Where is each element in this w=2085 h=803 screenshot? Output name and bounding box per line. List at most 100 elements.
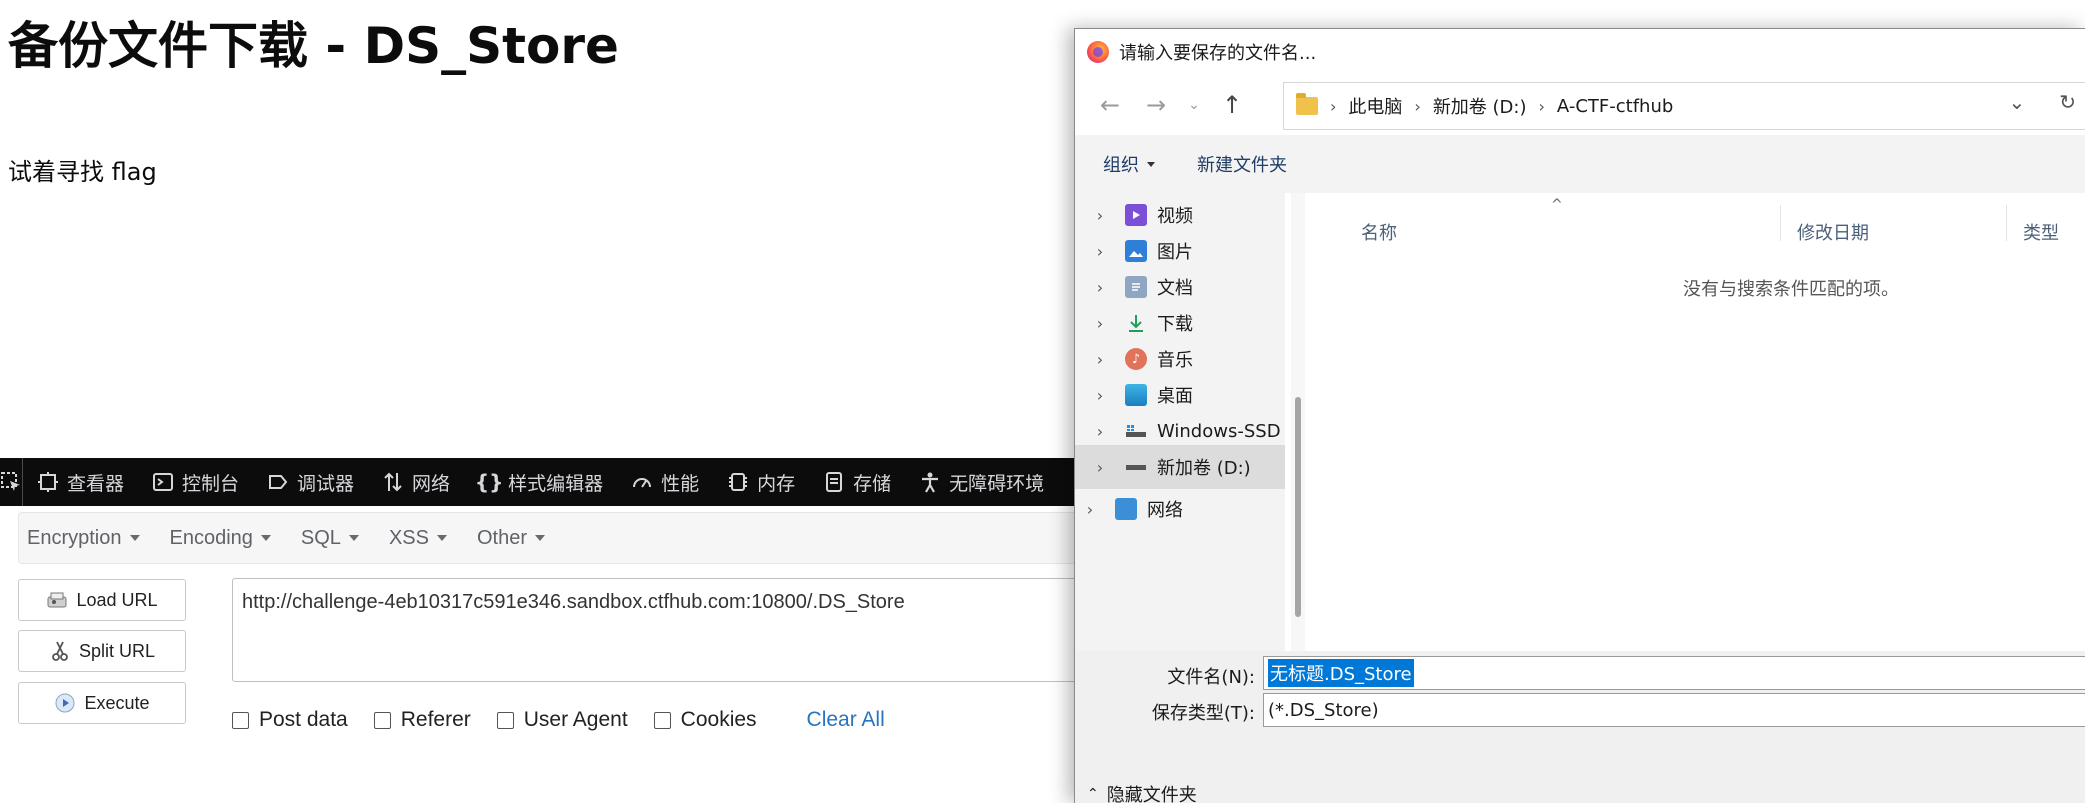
cookies-checkbox[interactable]: Cookies [653, 708, 757, 732]
filename-value: 无标题.DS_Store [1268, 659, 1414, 687]
checkbox-box[interactable] [496, 711, 514, 729]
menu-other[interactable]: Other [477, 527, 545, 550]
console-icon [152, 471, 174, 493]
column-modified-date[interactable]: 修改日期 [1797, 219, 1869, 245]
split-url-button[interactable]: Split URL [18, 630, 186, 672]
breadcrumb-item[interactable]: A-CTF-ctfhub [1557, 96, 1673, 117]
chevron-down-icon [1147, 161, 1155, 167]
chevron-down-icon [260, 535, 271, 541]
column-divider[interactable] [1780, 205, 1781, 241]
url-textarea[interactable]: http://challenge-4eb10317c591e346.sandbo… [232, 578, 1092, 682]
recent-locations-button[interactable]: ⌄ [1179, 82, 1209, 128]
referer-checkbox[interactable]: Referer [373, 708, 471, 732]
address-actions: ⌄ ↻ [2008, 90, 2076, 114]
navigation-scrollbar[interactable] [1291, 193, 1305, 651]
scrollbar-thumb[interactable] [1295, 397, 1301, 617]
desktop-icon [1125, 384, 1147, 406]
performance-icon [631, 471, 653, 493]
menu-sql[interactable]: SQL [301, 527, 359, 550]
chevron-down-icon [129, 535, 140, 541]
chevron-right-icon: › [1096, 457, 1104, 477]
drive-icon [1125, 456, 1147, 478]
filename-input[interactable]: 无标题.DS_Store [1263, 656, 2085, 690]
tab-performance[interactable]: 性能 [617, 458, 713, 506]
checkbox-box[interactable] [232, 711, 249, 729]
tab-label: 调试器 [297, 472, 355, 495]
breadcrumb-item[interactable]: 新加卷 (D:) [1433, 93, 1527, 119]
element-picker-button[interactable] [0, 458, 23, 506]
drive-icon [1125, 420, 1147, 442]
menu-encryption[interactable]: Encryption [27, 527, 140, 550]
organize-button[interactable]: 组织 [1103, 151, 1155, 177]
empty-message: 没有与搜索条件匹配的项。 [1683, 279, 1899, 300]
post-data-checkbox[interactable]: Post data [232, 708, 348, 732]
sidebar-item-network[interactable]: › 网络 [1075, 487, 1275, 531]
arrow-left-icon: ← [1099, 91, 1121, 119]
hide-folders-button[interactable]: ⌃ 隐藏文件夹 [1087, 781, 1197, 803]
user-agent-checkbox[interactable]: User Agent [496, 708, 628, 732]
breadcrumb-item[interactable]: 此电脑 [1348, 93, 1402, 119]
address-dropdown-icon[interactable]: ⌄ [2008, 90, 2025, 114]
new-folder-button[interactable]: 新建文件夹 [1197, 151, 1287, 177]
inspector-icon [37, 471, 59, 493]
element-picker-icon [1, 472, 20, 491]
tab-console[interactable]: 控制台 [138, 458, 253, 506]
chevron-right-icon: › [1096, 241, 1104, 261]
page-title: 备份文件下载 - DS_Store [8, 17, 619, 75]
devtools-toolbar: 查看器 控制台 调试器 网络 {} 样式编辑器 性能 内存 存储 无障碍环境 [0, 458, 1093, 506]
tab-memory[interactable]: 内存 [713, 458, 809, 506]
load-url-button[interactable]: Load URL [18, 579, 186, 621]
downloads-icon [1125, 312, 1147, 334]
up-button[interactable]: ↑ [1209, 82, 1255, 128]
tab-accessibility[interactable]: 无障碍环境 [905, 458, 1058, 506]
file-list: ^ 名称 修改日期 类型 没有与搜索条件匹配的项。 [1311, 193, 2085, 651]
checkbox-box[interactable] [653, 711, 671, 729]
chevron-right-icon: › [1096, 313, 1104, 333]
chevron-down-icon [535, 535, 545, 541]
chevron-down-icon [436, 535, 447, 541]
tab-label: 无障碍环境 [949, 472, 1045, 495]
chevron-right-icon: › [1096, 277, 1104, 297]
column-type[interactable]: 类型 [2023, 219, 2059, 245]
back-button[interactable]: ← [1087, 82, 1133, 128]
menu-xss[interactable]: XSS [389, 527, 447, 550]
chevron-right-icon: › [1538, 96, 1545, 116]
filetype-select[interactable]: (*.DS_Store) [1263, 693, 2085, 727]
tab-label: 存储 [853, 472, 892, 495]
tab-label: 网络 [412, 472, 451, 495]
firefox-icon [1087, 41, 1109, 63]
tab-network[interactable]: 网络 [368, 458, 464, 506]
chevron-right-icon: › [1086, 499, 1094, 519]
execute-button[interactable]: Execute [18, 682, 186, 724]
tab-label: 性能 [661, 472, 700, 495]
tab-style-editor[interactable]: {} 样式编辑器 [464, 458, 617, 506]
chevron-right-icon: › [1096, 421, 1104, 441]
forward-button[interactable]: → [1133, 82, 1179, 128]
tab-storage[interactable]: 存储 [809, 458, 905, 506]
address-bar[interactable]: › 此电脑 › 新加卷 (D:) › A-CTF-ctfhub ⌄ ↻ [1283, 82, 2085, 130]
chevron-right-icon: › [1330, 96, 1337, 116]
hackbar-menu: Encryption Encoding SQL XSS Other [18, 512, 1080, 564]
tab-label: 控制台 [182, 472, 240, 495]
tab-debugger[interactable]: 调试器 [253, 458, 368, 506]
filename-label: 文件名(N): [1167, 667, 1255, 688]
tab-inspector[interactable]: 查看器 [23, 458, 138, 506]
checkbox-box[interactable] [373, 711, 391, 729]
column-name[interactable]: 名称 [1361, 219, 1397, 245]
chevron-right-icon: › [1414, 96, 1421, 116]
save-file-dialog: 请输入要保存的文件名... ← → ⌄ ↑ › 此电脑 › 新加卷 (D:) ›… [1074, 28, 2085, 803]
page-text: 试着寻找 flag [8, 158, 157, 186]
refresh-icon[interactable]: ↻ [2059, 90, 2076, 114]
dialog-title: 请输入要保存的文件名... [1119, 43, 1317, 64]
arrow-right-icon: → [1145, 91, 1167, 119]
chevron-right-icon: › [1096, 349, 1104, 369]
sidebar-item-new-volume[interactable]: › 新加卷 (D:) [1075, 445, 1285, 489]
column-divider[interactable] [2006, 205, 2007, 241]
tab-label: 查看器 [67, 472, 125, 495]
menu-encoding[interactable]: Encoding [170, 527, 271, 550]
clear-all-link[interactable]: Clear All [807, 708, 885, 732]
dialog-navbar: ← → ⌄ ↑ › 此电脑 › 新加卷 (D:) › A-CTF-ctfhub … [1075, 75, 2085, 135]
tab-label: 样式编辑器 [508, 472, 604, 495]
memory-icon [727, 471, 749, 493]
chevron-right-icon: › [1096, 205, 1104, 225]
